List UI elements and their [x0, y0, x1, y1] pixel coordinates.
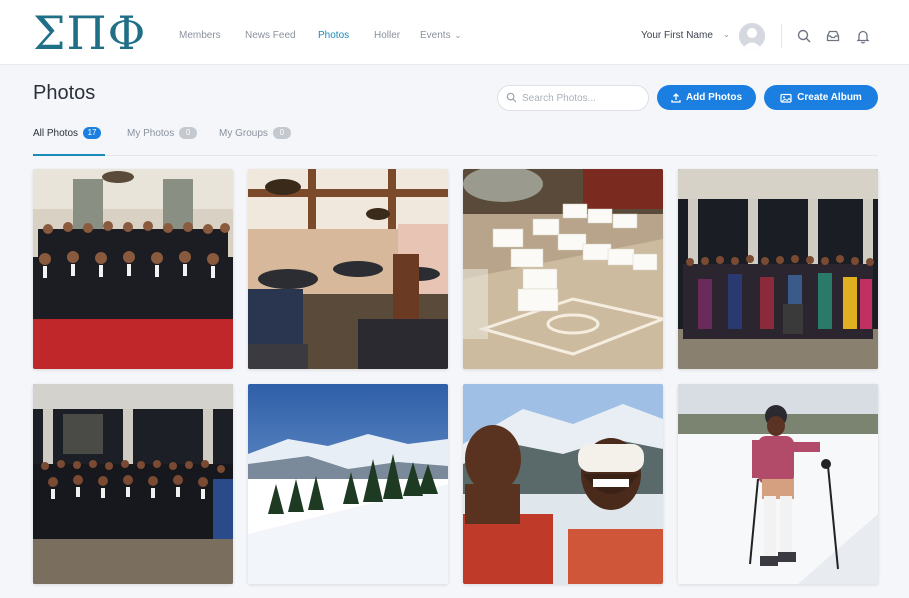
- create-album-button[interactable]: Create Album: [764, 85, 878, 110]
- photo-thumbnail[interactable]: [33, 169, 233, 369]
- count-badge: 0: [272, 127, 291, 139]
- photo-search[interactable]: [497, 85, 649, 111]
- avatar[interactable]: [739, 23, 765, 49]
- search-icon: [506, 92, 517, 103]
- inbox-icon[interactable]: [825, 28, 841, 44]
- photo-thumbnail[interactable]: [33, 384, 233, 584]
- nav-events[interactable]: Events ⌄: [420, 30, 461, 41]
- nav-news-feed[interactable]: News Feed: [245, 30, 296, 41]
- add-photos-button[interactable]: Add Photos: [657, 85, 756, 110]
- tab-label: My Groups: [219, 127, 268, 139]
- nav-members[interactable]: Members: [179, 30, 221, 41]
- search-photos-input[interactable]: [520, 89, 644, 108]
- page-title: Photos: [33, 82, 96, 104]
- tab-my-groups[interactable]: My Groups 0: [219, 127, 291, 139]
- tabs-divider: [33, 155, 878, 156]
- photo-thumbnail[interactable]: [463, 169, 663, 369]
- tab-label: My Photos: [127, 127, 175, 139]
- tab-my-photos[interactable]: My Photos 0: [127, 127, 198, 139]
- site-logo[interactable]: ΣΠΦ: [33, 8, 146, 58]
- photo-thumbnail[interactable]: [463, 384, 663, 584]
- search-icon[interactable]: [796, 28, 812, 44]
- photo-thumbnail[interactable]: [678, 384, 878, 584]
- photo-thumbnail[interactable]: [248, 384, 448, 584]
- active-tab-indicator: [33, 154, 105, 156]
- album-icon: [780, 93, 792, 103]
- nav-photos[interactable]: Photos: [318, 30, 349, 41]
- create-album-label: Create Album: [797, 92, 862, 103]
- user-name[interactable]: Your First Name: [641, 30, 713, 41]
- photo-thumbnail[interactable]: [248, 169, 448, 369]
- nav-holler[interactable]: Holler: [374, 30, 400, 41]
- add-photos-label: Add Photos: [685, 92, 743, 103]
- chevron-down-icon: ⌄: [454, 31, 462, 40]
- nav-events-label: Events: [420, 30, 451, 41]
- top-navigation-bar: ΣΠΦ Members News Feed Photos Holler Even…: [0, 0, 909, 65]
- divider: [781, 24, 782, 48]
- chevron-down-icon[interactable]: ⌄: [723, 30, 730, 39]
- tab-label: All Photos: [33, 127, 79, 139]
- bell-icon[interactable]: [855, 28, 871, 44]
- upload-icon: [671, 92, 681, 103]
- count-badge: 17: [83, 127, 102, 139]
- tab-all-photos[interactable]: All Photos 17: [33, 127, 102, 139]
- count-badge: 0: [179, 127, 198, 139]
- photo-thumbnail[interactable]: [678, 169, 878, 369]
